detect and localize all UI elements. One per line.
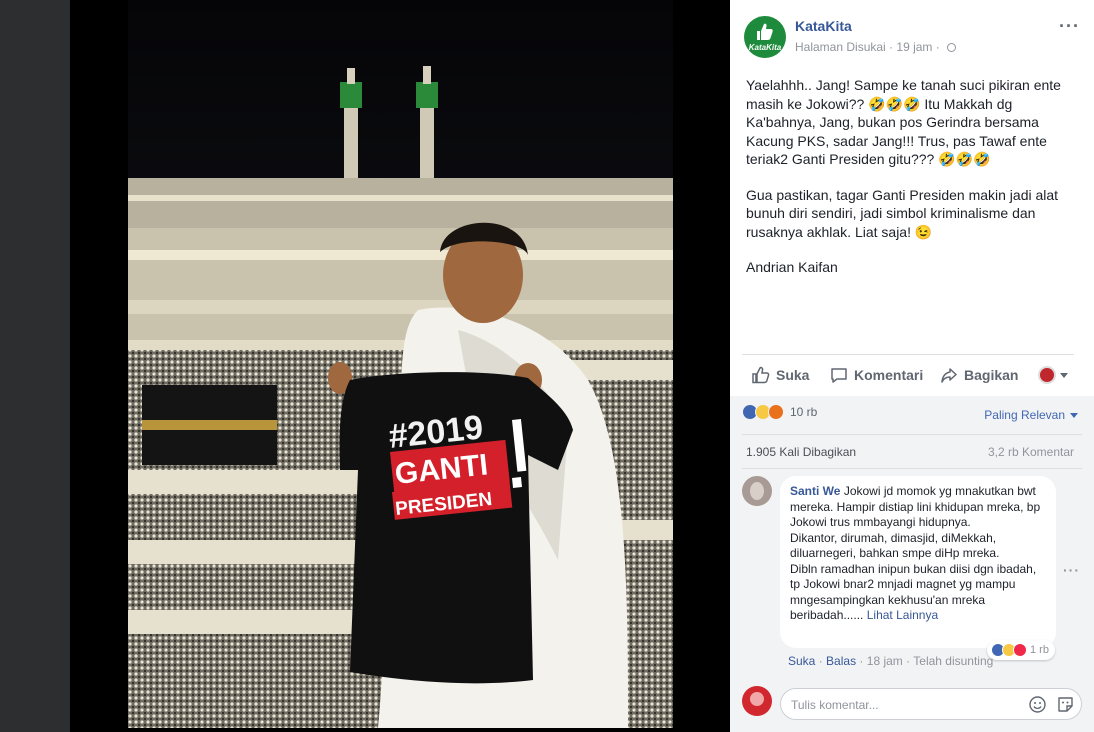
divider (742, 468, 1082, 469)
separator: · (818, 654, 827, 668)
thumbs-up-logo-icon (757, 23, 773, 40)
comment-bubble: Santi We Jokowi jd momok yg mnakutkan bw… (780, 476, 1056, 648)
page-liked-status: Halaman Disukai (795, 40, 886, 54)
love-reaction-icon (1013, 643, 1027, 657)
share-label: Bagikan (964, 367, 1019, 383)
post-action-bar: Suka Komentari Bagikan (742, 358, 1074, 392)
comment-timestamp[interactable]: 18 jam (867, 654, 903, 668)
post-paragraph-2: Gua pastikan, tagar Ganti Presiden makin… (746, 186, 1059, 240)
comment-more-icon[interactable]: ··· (1063, 562, 1080, 578)
globe-icon (947, 43, 957, 52)
comment-reactions[interactable]: 1 rb (987, 640, 1055, 660)
emoji-icon[interactable] (1029, 696, 1046, 713)
share-icon (941, 368, 957, 383)
like-label: Suka (776, 367, 810, 383)
post-as-selector[interactable] (1038, 366, 1068, 384)
post-paragraph-1: Yaelahhh.. Jang! Sampe ke tanah suci pik… (746, 77, 1061, 167)
meta-separator-2: · (935, 40, 944, 54)
page-avatar[interactable]: KataKita (744, 16, 786, 58)
current-user-avatar (742, 686, 772, 716)
comment-count: 3,2 rb Komentar (987, 445, 1074, 459)
post-meta: Halaman Disukai · 19 jam · (795, 40, 957, 54)
post-body: Yaelahhh.. Jang! Sampe ke tanah suci pik… (746, 76, 1082, 294)
post-photo[interactable]: #2019 GANTI PRESIDEN (128, 0, 673, 728)
share-button[interactable]: Bagikan (940, 366, 1018, 384)
comment-composer (742, 686, 1082, 720)
comment-input-wrapper (780, 688, 1082, 720)
comment-input[interactable] (791, 695, 1011, 715)
commenter-avatar[interactable] (742, 476, 772, 506)
photo-illustration: #2019 GANTI PRESIDEN (128, 0, 673, 728)
reaction-count: 10 rb (790, 405, 818, 419)
more-icon[interactable]: ··· (1059, 16, 1080, 37)
page-background-shade (0, 0, 70, 732)
page-name-link[interactable]: KataKita (795, 18, 852, 34)
post-header: KataKita KataKita Halaman Disukai · 19 j… (744, 16, 1084, 60)
share-count-link[interactable]: 1.905 Kali Dibagikan (746, 445, 856, 459)
divider (742, 434, 1082, 435)
comment-icon (831, 368, 847, 383)
like-button[interactable]: Suka (752, 366, 809, 384)
post-signature: Andrian Kaifan (746, 259, 838, 275)
comment-sort-dropdown[interactable]: Paling Relevan (984, 408, 1078, 422)
sort-label: Paling Relevan (984, 408, 1065, 422)
divider (742, 354, 1074, 355)
angry-reaction-icon (768, 404, 784, 420)
separator: · (859, 654, 867, 668)
comment-button[interactable]: Komentari (830, 366, 923, 384)
post-timestamp[interactable]: 19 jam (896, 40, 932, 54)
thumbs-up-icon (752, 366, 770, 384)
post-side-panel: KataKita KataKita Halaman Disukai · 19 j… (730, 0, 1094, 732)
comment-reaction-count: 1 rb (1030, 644, 1049, 656)
sticker-icon[interactable] (1057, 696, 1074, 713)
page-avatar-text: KataKita (748, 43, 782, 52)
reaction-summary[interactable]: 10 rb (742, 404, 817, 420)
comment-text: Jokowi jd momok yg mnakutkan bwt mereka.… (790, 484, 1041, 622)
comments-section: 10 rb Paling Relevan 1.905 Kali Dibagika… (730, 396, 1094, 732)
comment-like-button[interactable]: Suka (788, 654, 815, 668)
photo-viewer[interactable]: #2019 GANTI PRESIDEN (70, 0, 730, 732)
comment-actions: Suka · Balas · 18 jam · Telah disunting (788, 654, 993, 668)
chevron-down-icon (1060, 372, 1068, 378)
comment-reply-button[interactable]: Balas (826, 654, 856, 668)
profile-avatar-small (1038, 366, 1056, 384)
chevron-down-icon (1070, 412, 1078, 418)
edited-label[interactable]: Telah disunting (913, 654, 993, 668)
commenter-name[interactable]: Santi We (790, 484, 840, 498)
comment-label: Komentari (854, 367, 924, 383)
see-more-link[interactable]: Lihat Lainnya (867, 608, 938, 622)
